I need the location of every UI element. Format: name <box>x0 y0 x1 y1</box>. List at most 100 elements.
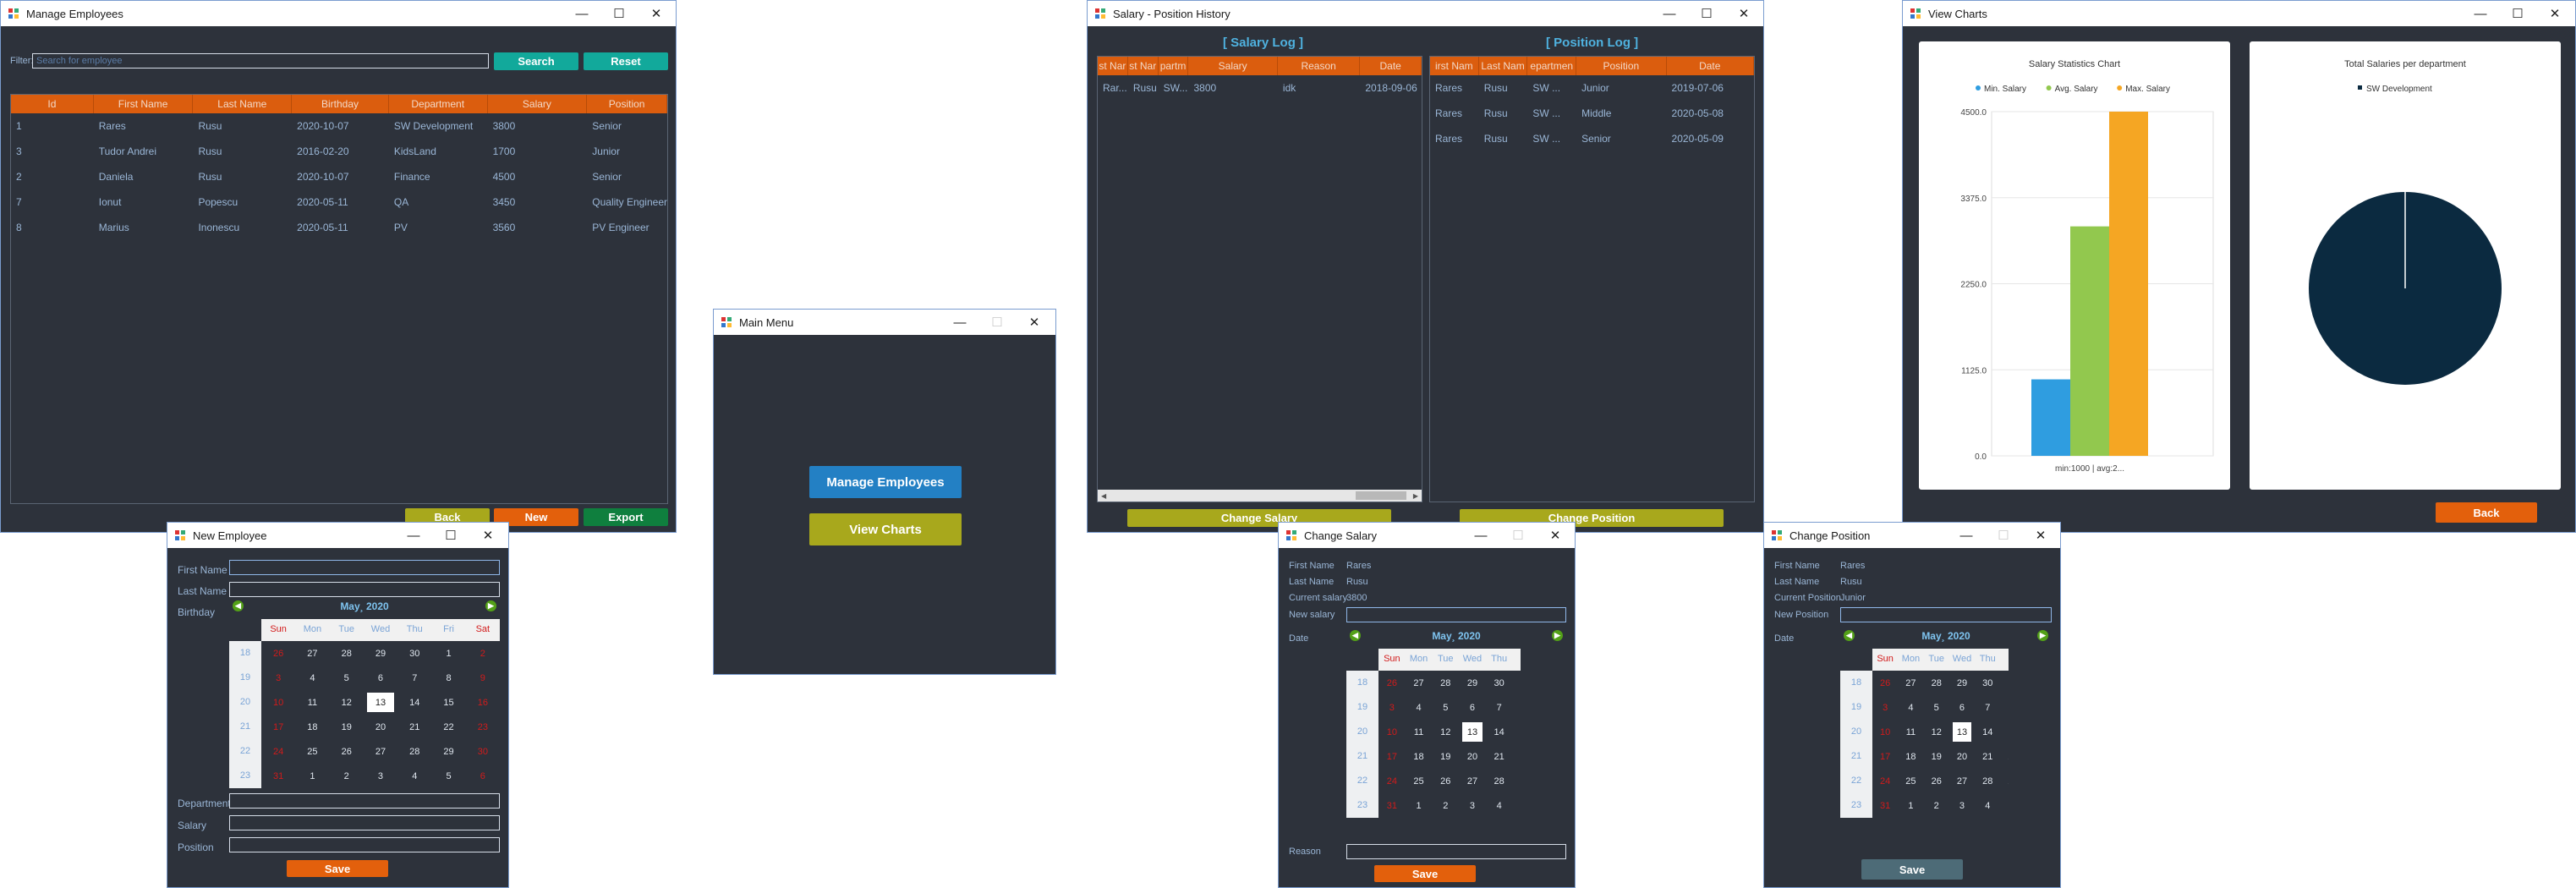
reason-field[interactable] <box>1346 844 1566 859</box>
column-header[interactable]: Last Name <box>193 95 293 113</box>
prev-month-icon[interactable]: ◀ <box>1844 630 1855 641</box>
column-header[interactable]: partm <box>1159 57 1189 75</box>
calendar-day[interactable]: 11 <box>1898 720 1923 744</box>
filter-input[interactable]: Search for employee <box>32 53 489 69</box>
calendar-day[interactable]: 5 <box>431 764 465 788</box>
calendar-day[interactable]: 3 <box>261 666 295 690</box>
calendar-day[interactable]: 3 <box>1378 695 1406 720</box>
calendar-day[interactable]: 26 <box>1872 671 1898 695</box>
calendar-day[interactable]: 30 <box>466 739 500 764</box>
calendar-day[interactable]: 24 <box>1378 769 1406 793</box>
calendar-day[interactable]: 12 <box>1432 720 1459 744</box>
calendar-day[interactable]: 17 <box>1378 744 1406 769</box>
calendar-day[interactable]: 17 <box>261 715 295 739</box>
calendar-day[interactable]: 26 <box>330 739 364 764</box>
calendar-day[interactable]: 4 <box>1898 695 1923 720</box>
calendar-day[interactable]: 11 <box>1406 720 1433 744</box>
calendar-day[interactable]: 27 <box>1898 671 1923 695</box>
calendar-day[interactable]: 3 <box>1949 793 1975 818</box>
close-button[interactable]: ✕ <box>2535 1 2574 26</box>
minimize-button[interactable]: — <box>2461 1 2500 26</box>
calendar-day[interactable]: 31 <box>1378 793 1406 818</box>
calendar-day[interactable]: 18 <box>1406 744 1433 769</box>
calendar-day[interactable]: 7 <box>1975 695 2000 720</box>
calendar-day[interactable]: 4 <box>397 764 431 788</box>
calendar-day[interactable]: 18 <box>1898 744 1923 769</box>
employees-table[interactable]: Id First Name Last Name Birthday Department S… <box>10 94 668 504</box>
calendar-day[interactable]: 21 <box>1486 744 1513 769</box>
calendar-day[interactable]: 17 <box>1872 744 1898 769</box>
calendar-day[interactable]: 27 <box>1406 671 1433 695</box>
calendar-day[interactable]: 28 <box>1975 769 2000 793</box>
calendar-day[interactable]: 5 <box>330 666 364 690</box>
maximize-button[interactable]: ☐ <box>600 1 639 26</box>
calendar-day[interactable]: 4 <box>1975 793 2000 818</box>
calendar-day[interactable]: 5 <box>1432 695 1459 720</box>
close-button[interactable]: ✕ <box>1015 310 1054 335</box>
department-field[interactable] <box>229 793 500 809</box>
close-button[interactable]: ✕ <box>1536 523 1575 548</box>
position-log-table[interactable]: irst Nam Last Nam epartmen Position Date Rar… <box>1429 56 1755 502</box>
calendar-day[interactable]: 24 <box>1872 769 1898 793</box>
minimize-button[interactable]: — <box>1650 1 1689 26</box>
calendar-day[interactable]: 28 <box>1432 671 1459 695</box>
calendar-day[interactable]: 4 <box>1486 793 1513 818</box>
next-month-icon[interactable]: ▶ <box>485 600 496 611</box>
calendar-day[interactable]: 3 <box>364 764 397 788</box>
calendar-day[interactable]: 21 <box>397 715 431 739</box>
calendar-day[interactable]: 28 <box>1486 769 1513 793</box>
column-header[interactable]: Date <box>1360 57 1422 75</box>
calendar-day[interactable]: 29 <box>431 739 465 764</box>
manage-employees-button[interactable]: Manage Employees <box>809 466 962 498</box>
column-header[interactable]: Position <box>587 95 668 113</box>
calendar-day[interactable]: 7 <box>397 666 431 690</box>
table-row[interactable]: 1 Rares Rusu 2020-10-07 SW Development 3800 Se… <box>11 113 667 139</box>
column-header[interactable]: epartmen <box>1527 57 1577 75</box>
calendar-day[interactable]: 12 <box>330 690 364 715</box>
day-grid[interactable]: 2627282930123456789101112131415161718192… <box>261 641 500 788</box>
calendar-day[interactable]: 25 <box>295 739 329 764</box>
calendar-day[interactable]: 27 <box>364 739 397 764</box>
close-button[interactable]: ✕ <box>469 523 507 548</box>
calendar-day[interactable]: 26 <box>1432 769 1459 793</box>
column-header[interactable]: Salary <box>1188 57 1278 75</box>
save-button[interactable]: Save <box>1374 865 1476 882</box>
last-name-field[interactable] <box>229 582 500 597</box>
save-button[interactable]: Save <box>1861 859 1963 880</box>
calendar-day[interactable]: 3 <box>1459 793 1486 818</box>
calendar-day[interactable]: 30 <box>1975 671 2000 695</box>
calendar-day[interactable]: 8 <box>1513 695 1521 720</box>
table-row[interactable]: 3 Tudor Andrei Rusu 2016-02-20 KidsLand 1700 J… <box>11 139 667 164</box>
minimize-button[interactable]: — <box>562 1 601 26</box>
table-row[interactable]: 8 Marius Inonescu 2020-05-11 PV 3560 PV Engine… <box>11 215 667 240</box>
minimize-button[interactable]: — <box>1947 523 1986 548</box>
calendar-day[interactable]: 15 <box>2000 720 2009 744</box>
calendar-day[interactable]: 11 <box>295 690 329 715</box>
export-button[interactable]: Export <box>584 508 668 526</box>
calendar-day[interactable]: 30 <box>1486 671 1513 695</box>
calendar-day[interactable]: 1 <box>1513 671 1521 695</box>
new-salary-field[interactable] <box>1346 607 1566 622</box>
calendar-day[interactable]: 1 <box>431 641 465 666</box>
search-button[interactable]: Search <box>494 52 578 70</box>
calendar-day[interactable]: 3 <box>1872 695 1898 720</box>
calendar-day[interactable]: 22 <box>1513 744 1521 769</box>
calendar-day[interactable]: 7 <box>1486 695 1513 720</box>
calendar-day[interactable]: 1 <box>1898 793 1923 818</box>
calendar-day[interactable]: 30 <box>397 641 431 666</box>
salary-field[interactable] <box>229 815 500 830</box>
minimize-button[interactable]: — <box>1461 523 1500 548</box>
back-button[interactable]: Back <box>2436 502 2537 523</box>
calendar-day[interactable]: 29 <box>2000 769 2009 793</box>
calendar-day[interactable]: 19 <box>1432 744 1459 769</box>
column-header[interactable]: Position <box>1576 57 1667 75</box>
calendar-day[interactable]: 15 <box>1513 720 1521 744</box>
calendar-day[interactable]: 20 <box>1459 744 1486 769</box>
table-row[interactable]: Rares Rusu SW ... Junior 2019-07-06 <box>1430 75 1754 101</box>
calendar-day[interactable]: 25 <box>1898 769 1923 793</box>
calendar-day[interactable]: 13 <box>1952 722 1972 742</box>
calendar-day[interactable]: 6 <box>364 666 397 690</box>
column-header[interactable]: Last Nam <box>1479 57 1528 75</box>
calendar-day[interactable]: 5 <box>1924 695 1949 720</box>
next-month-icon[interactable]: ▶ <box>1552 630 1563 641</box>
